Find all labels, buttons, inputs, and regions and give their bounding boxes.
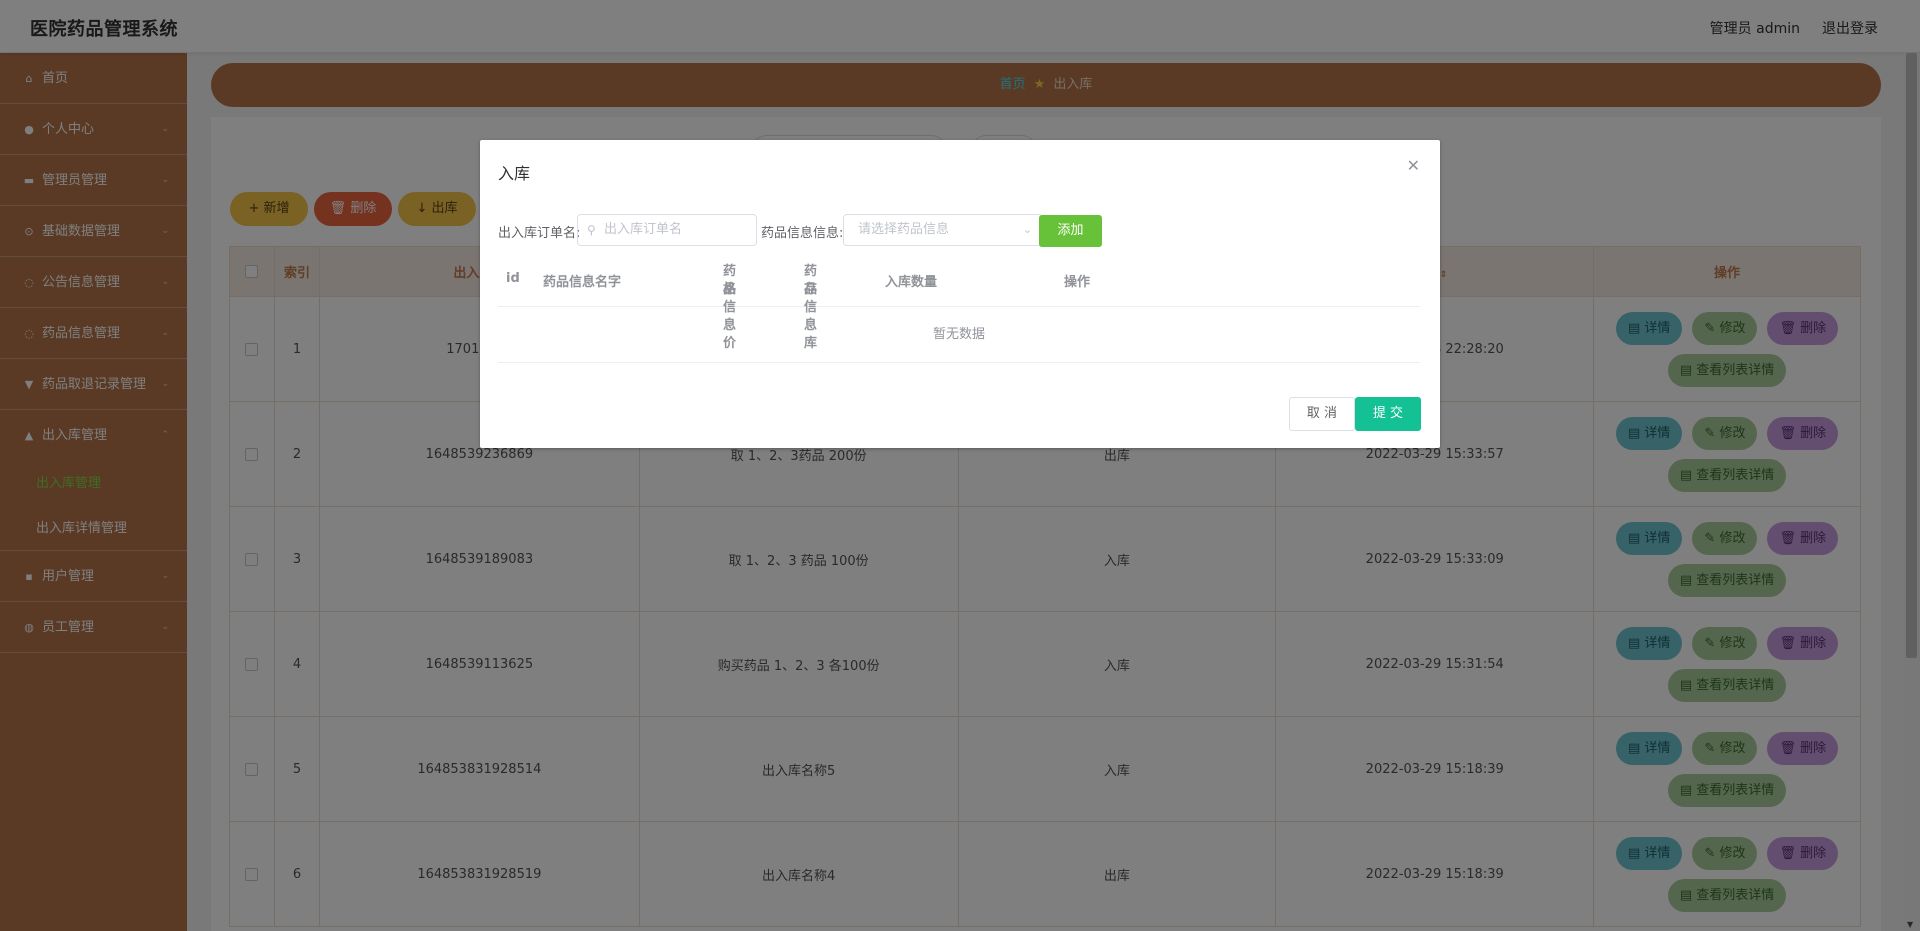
- add-medicine-button[interactable]: 添加: [1039, 215, 1102, 247]
- dcol-id: id: [506, 271, 520, 286]
- dialog-table-header: id 药品信息名字 药品信息价格 药品信息库存 入库数量 操作: [498, 253, 1420, 351]
- dcol-name: 药品信息名字: [543, 275, 622, 290]
- dcol-quantity: 入库数量: [885, 275, 938, 290]
- medicine-select[interactable]: 请选择药品信息 ⌄: [843, 214, 1043, 246]
- order-name-input[interactable]: ⚲ 出入库订单名: [577, 214, 757, 246]
- dialog-table: id 药品信息名字 药品信息价格 药品信息库存 入库数量 操作 暂无数据: [498, 253, 1420, 363]
- cancel-button[interactable]: 取 消: [1289, 397, 1355, 431]
- order-name-label: 出入库订单名:: [498, 226, 581, 241]
- empty-text: 暂无数据: [498, 306, 1420, 362]
- medicine-select-placeholder: 请选择药品信息: [858, 222, 950, 237]
- dcol-price-line1: 药品信息价: [723, 264, 737, 351]
- dcol-stock-line2: 存: [804, 282, 818, 297]
- inbound-dialog: 入库 ✕ 出入库订单名: ⚲ 出入库订单名 药品信息信息: 请选择药品信息 ⌄ 添…: [480, 140, 1440, 448]
- chevron-down-icon: ⌄: [1022, 223, 1032, 236]
- submit-button[interactable]: 提 交: [1355, 397, 1421, 431]
- close-icon[interactable]: ✕: [1407, 156, 1420, 175]
- medicine-info-label: 药品信息信息:: [761, 226, 844, 241]
- dcol-action: 操作: [1064, 275, 1091, 290]
- dcol-stock-line1: 药品信息库: [804, 264, 818, 351]
- dialog-title: 入库: [498, 164, 531, 183]
- dcol-price-line2: 格: [723, 282, 737, 297]
- order-name-placeholder: 出入库订单名: [604, 222, 683, 237]
- search-icon: ⚲: [587, 223, 596, 237]
